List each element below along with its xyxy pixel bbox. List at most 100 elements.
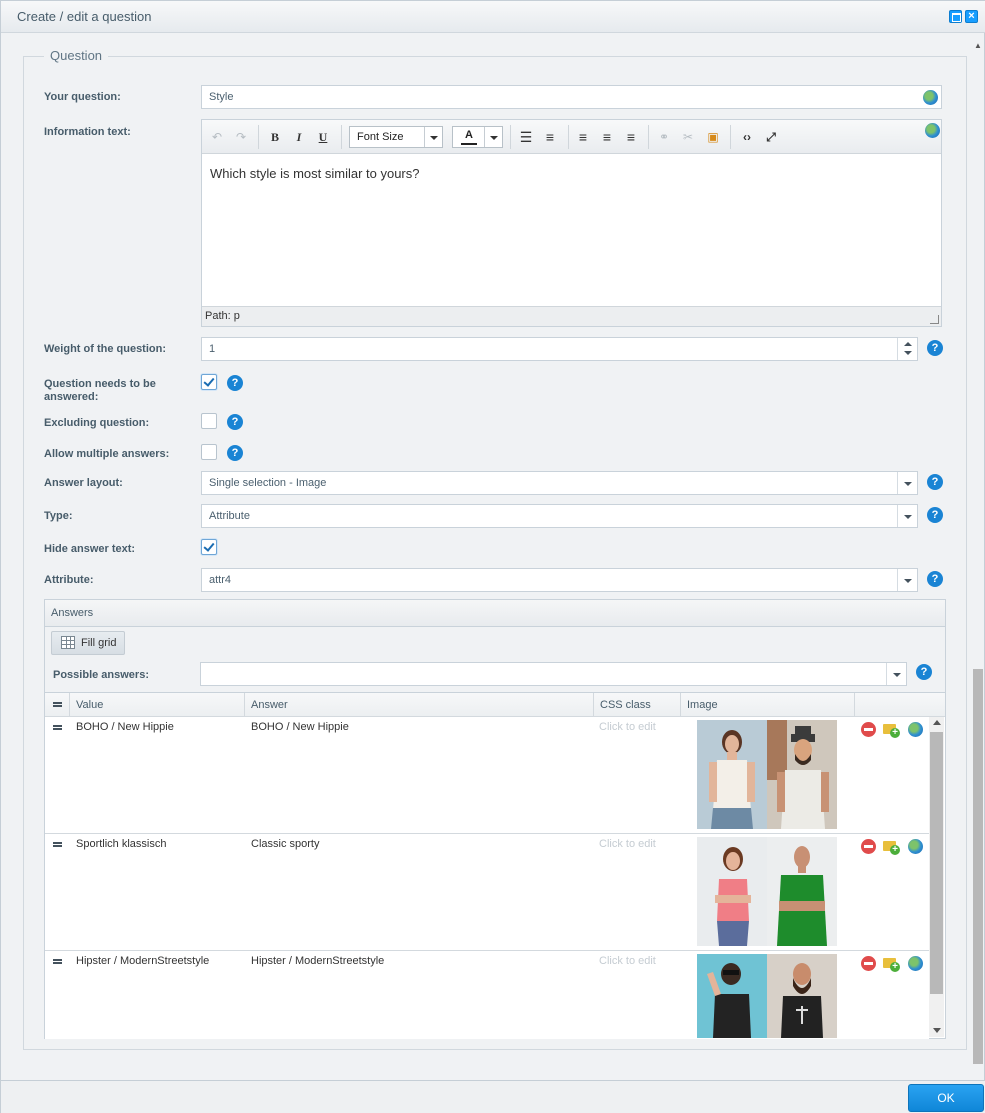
underline-icon[interactable]: U	[314, 128, 332, 146]
table-row[interactable]: Sportlich klassisch Classic sporty Click…	[45, 834, 929, 951]
layout-select[interactable]: Single selection - Image	[201, 471, 918, 495]
scrollbar-thumb[interactable]	[973, 669, 983, 1064]
editor-content[interactable]: Which style is most similar to yours?	[210, 166, 420, 181]
row-value: Sportlich klassisch	[76, 838, 167, 850]
grid-scrollbar-thumb[interactable]	[930, 732, 943, 994]
table-row[interactable]: Hipster / ModernStreetstyle Hipster / Mo…	[45, 951, 929, 1039]
layout-value: Single selection - Image	[209, 477, 327, 489]
grid-scrollbar[interactable]	[929, 717, 944, 1037]
dialog-scrollbar[interactable]: ▲	[971, 41, 985, 1071]
column-css-class[interactable]: CSS class	[594, 693, 681, 717]
possible-answers-select[interactable]	[200, 662, 907, 686]
answer-image-man[interactable]	[767, 720, 837, 829]
needs-answer-checkbox[interactable]	[201, 374, 217, 390]
redo-icon[interactable]: ↷	[232, 128, 250, 146]
dialog-window: Create / edit a question × ▲ Question Yo…	[0, 0, 985, 1113]
help-icon[interactable]: ?	[927, 571, 943, 587]
help-icon[interactable]: ?	[227, 445, 243, 461]
answer-image-man[interactable]	[767, 954, 837, 1038]
row-css-class[interactable]: Click to edit	[599, 955, 656, 967]
chevron-down-icon[interactable]	[897, 472, 917, 494]
add-image-icon[interactable]: +	[883, 956, 900, 972]
weight-stepper[interactable]	[897, 338, 917, 360]
font-size-label: Font Size	[357, 131, 404, 143]
drag-handle-icon[interactable]	[53, 842, 62, 847]
chevron-down-icon[interactable]	[886, 663, 906, 685]
delete-icon[interactable]	[861, 956, 876, 971]
row-css-class[interactable]: Click to edit	[599, 721, 656, 733]
column-image[interactable]: Image	[681, 693, 855, 717]
chevron-down-icon[interactable]	[897, 569, 917, 591]
drag-column-header[interactable]	[45, 693, 70, 717]
text-color-select[interactable]: A	[452, 126, 503, 148]
align-left-icon[interactable]: ≡	[574, 128, 592, 146]
column-answer[interactable]: Answer	[245, 693, 594, 717]
chevron-down-icon[interactable]	[484, 127, 502, 147]
drag-handle-icon[interactable]	[53, 959, 62, 964]
media-icon[interactable]: ▣	[704, 128, 722, 146]
link-icon[interactable]: ⚭	[655, 128, 673, 146]
add-image-icon[interactable]: +	[883, 839, 900, 855]
title-bar[interactable]: Create / edit a question ×	[1, 1, 985, 33]
answer-image-woman[interactable]	[697, 720, 767, 829]
chevron-down-icon[interactable]	[424, 127, 442, 147]
attribute-value: attr4	[209, 574, 232, 586]
translate-globe-icon[interactable]	[908, 839, 923, 854]
row-css-class[interactable]: Click to edit	[599, 838, 656, 850]
help-icon[interactable]: ?	[927, 507, 943, 523]
bold-icon[interactable]: B	[266, 128, 284, 146]
column-actions	[855, 693, 945, 717]
answer-image-woman[interactable]	[697, 954, 767, 1038]
help-icon[interactable]: ?	[227, 375, 243, 391]
table-row[interactable]: BOHO / New Hippie BOHO / New Hippie Clic…	[45, 717, 929, 834]
translate-globe-icon[interactable]	[908, 956, 923, 971]
answer-image-woman[interactable]	[697, 837, 767, 946]
fill-grid-label: Fill grid	[81, 637, 117, 649]
resize-handle-icon[interactable]	[930, 315, 939, 324]
weight-label: Weight of the question:	[44, 343, 167, 355]
question-input[interactable]: Style	[201, 85, 942, 109]
scroll-down-icon[interactable]	[933, 1028, 941, 1033]
translate-globe-icon[interactable]	[923, 90, 938, 105]
help-icon[interactable]: ?	[227, 414, 243, 430]
translate-globe-icon[interactable]	[908, 722, 923, 737]
hide-text-checkbox[interactable]	[201, 539, 217, 555]
align-right-icon[interactable]: ≡	[622, 128, 640, 146]
ok-button[interactable]: OK	[908, 1084, 984, 1112]
fullscreen-icon[interactable]: ⤢	[762, 128, 780, 146]
fill-grid-button[interactable]: Fill grid	[51, 631, 125, 655]
help-icon[interactable]: ?	[927, 474, 943, 490]
undo-icon[interactable]: ↶	[208, 128, 226, 146]
scroll-up-icon[interactable]: ▲	[974, 41, 982, 50]
multiple-checkbox[interactable]	[201, 444, 217, 460]
source-code-icon[interactable]: ‹›	[738, 128, 756, 146]
drag-handle-icon[interactable]	[53, 725, 62, 730]
align-center-icon[interactable]: ≡	[598, 128, 616, 146]
maximize-icon[interactable]	[949, 10, 962, 23]
attribute-select[interactable]: attr4	[201, 568, 918, 592]
unlink-icon[interactable]: ✂	[679, 128, 697, 146]
possible-answers-label: Possible answers:	[53, 669, 149, 681]
font-size-select[interactable]: Font Size	[349, 126, 443, 148]
delete-icon[interactable]	[861, 839, 876, 854]
chevron-down-icon[interactable]	[897, 505, 917, 527]
type-select[interactable]: Attribute	[201, 504, 918, 528]
answers-panel: Answers Fill grid Possible answers: ? Va…	[44, 599, 946, 1039]
numbered-list-icon[interactable]: ≡	[541, 128, 559, 146]
italic-icon[interactable]: I	[290, 128, 308, 146]
rich-text-editor[interactable]: ↶ ↷ B I U Font Size A ☰ ≡ ≡ ≡ ≡ ⚭ ✂ ▣ ‹›…	[201, 119, 942, 327]
translate-globe-icon[interactable]	[925, 123, 940, 138]
answer-image-man[interactable]	[767, 837, 837, 946]
column-value[interactable]: Value	[70, 693, 245, 717]
close-icon[interactable]: ×	[965, 10, 978, 23]
add-image-icon[interactable]: +	[883, 722, 900, 738]
bullet-list-icon[interactable]: ☰	[517, 128, 535, 146]
scroll-up-icon[interactable]	[933, 720, 941, 725]
weight-value: 1	[209, 343, 216, 355]
help-icon[interactable]: ?	[927, 340, 943, 356]
help-icon[interactable]: ?	[916, 664, 932, 680]
weight-input[interactable]: 1	[201, 337, 918, 361]
excluding-checkbox[interactable]	[201, 413, 217, 429]
delete-icon[interactable]	[861, 722, 876, 737]
row-answer: Classic sporty	[251, 838, 320, 850]
